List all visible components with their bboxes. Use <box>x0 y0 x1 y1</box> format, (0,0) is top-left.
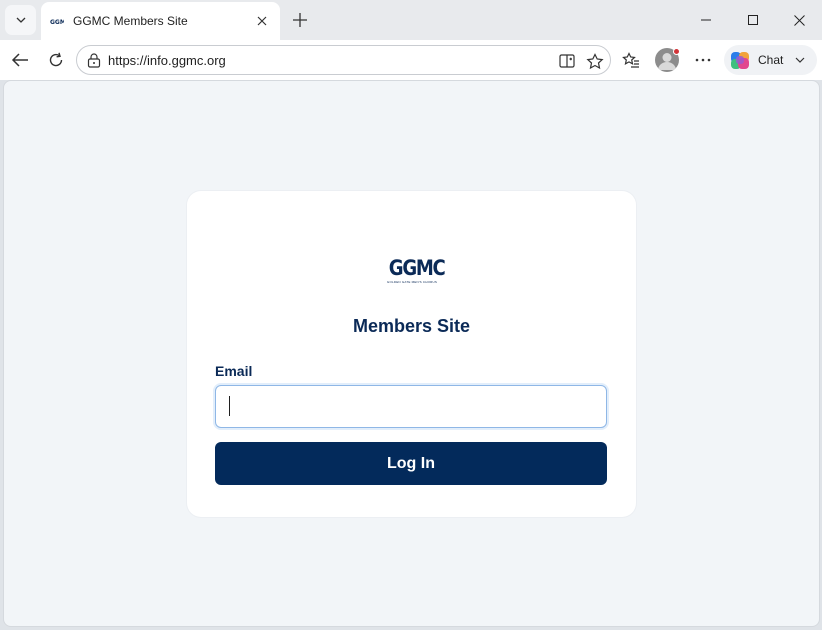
ggmc-logo: GGMC GOLDEN GATE MEN'S CHORUS <box>385 256 446 287</box>
close-window-button[interactable] <box>777 4 821 36</box>
refresh-button[interactable] <box>42 46 70 74</box>
copilot-icon <box>731 52 749 69</box>
logo-subtext: GOLDEN GATE MEN'S CHORUS <box>386 280 438 284</box>
refresh-icon <box>49 52 63 67</box>
back-arrow-icon <box>11 53 28 67</box>
notification-dot <box>673 48 680 55</box>
chevron-down-icon <box>16 17 25 23</box>
address-bar[interactable]: https://info.ggmc.org <box>76 45 611 75</box>
favorites-list-icon <box>622 52 639 68</box>
chat-label: Chat <box>758 53 784 67</box>
text-cursor <box>229 396 230 416</box>
email-label: Email <box>215 363 253 379</box>
copilot-chat-button[interactable]: Chat <box>724 45 817 75</box>
login-button[interactable]: Log In <box>215 442 607 485</box>
more-icon <box>695 58 711 62</box>
maximize-button[interactable] <box>731 4 775 36</box>
more-options-button[interactable] <box>689 46 717 74</box>
lock-icon[interactable] <box>86 52 102 68</box>
tab-ggmc-members-site[interactable]: GGMC GGMC Members Site <box>41 2 280 40</box>
chevron-down-icon[interactable] <box>795 55 805 65</box>
tab-title: GGMC Members Site <box>73 14 188 28</box>
star-icon[interactable] <box>584 50 606 72</box>
new-tab-button[interactable] <box>286 6 314 34</box>
maximize-icon <box>748 15 758 25</box>
plus-icon <box>293 13 307 27</box>
page-viewport: GGMC GOLDEN GATE MEN'S CHORUS Members Si… <box>3 80 820 627</box>
ggmc-favicon: GGMC <box>50 15 64 27</box>
split-screen-icon[interactable] <box>556 50 578 72</box>
email-field[interactable] <box>215 385 607 428</box>
close-icon <box>793 14 805 26</box>
back-button[interactable] <box>6 46 34 74</box>
login-card: GGMC GOLDEN GATE MEN'S CHORUS Members Si… <box>187 191 636 517</box>
url-text[interactable]: https://info.ggmc.org <box>108 53 226 68</box>
tab-actions-button[interactable] <box>5 5 36 35</box>
close-icon <box>257 16 267 26</box>
logo-text: GGMC <box>388 256 446 280</box>
page-title: Members Site <box>352 316 471 336</box>
minimize-icon <box>701 19 711 21</box>
minimize-button[interactable] <box>684 4 728 36</box>
favorites-button[interactable] <box>617 46 645 74</box>
svg-text:GGMC: GGMC <box>50 19 64 26</box>
close-tab-button[interactable] <box>252 11 272 31</box>
tab-strip: GGMC GGMC Members Site <box>0 0 822 40</box>
